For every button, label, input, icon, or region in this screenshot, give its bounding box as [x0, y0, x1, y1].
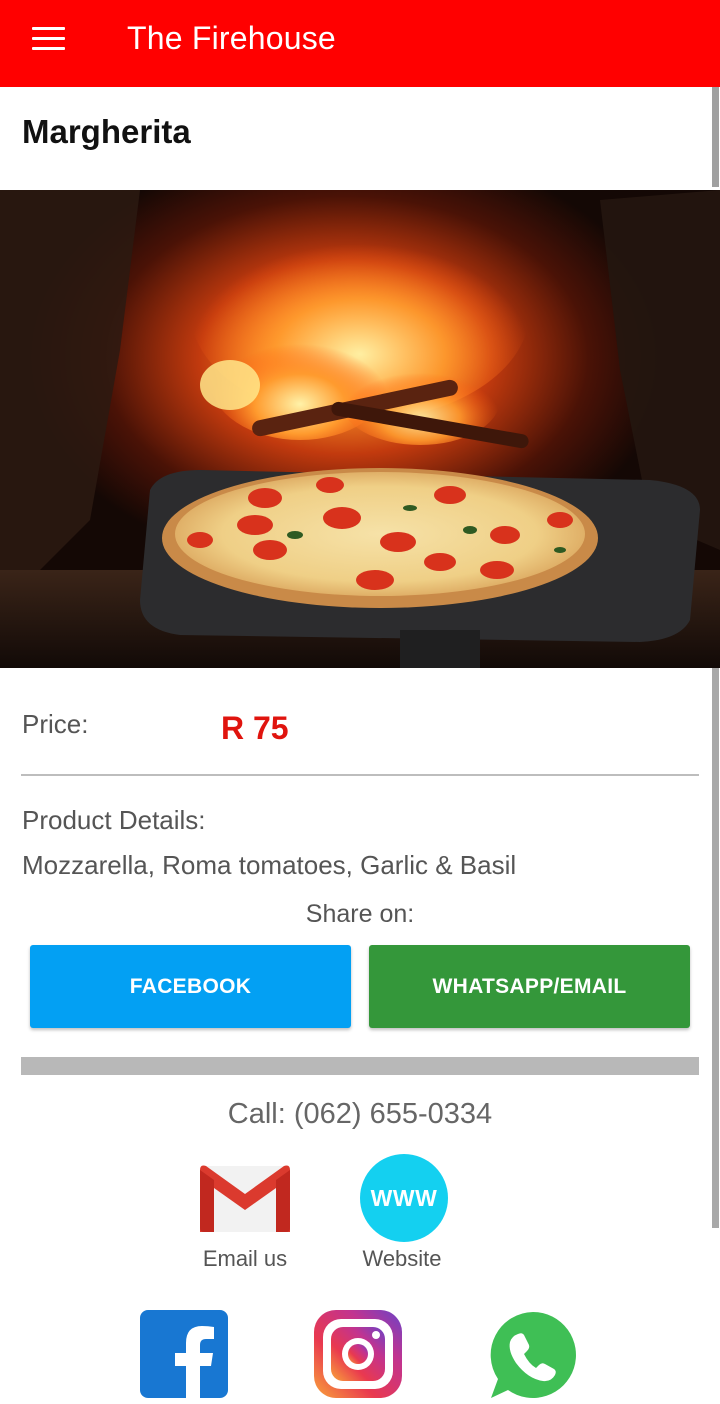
app-bar: The Firehouse [0, 0, 720, 87]
email-us-label: Email us [202, 1246, 288, 1271]
website-icon-text: WWW [370, 1184, 438, 1211]
pizza-image [0, 190, 720, 668]
share-whatsapp-email-button[interactable]: WHATSAPP/EMAIL [369, 945, 690, 1028]
gmail-icon[interactable] [200, 1162, 290, 1232]
instagram-icon[interactable] [314, 1310, 402, 1398]
call-phone-link[interactable]: Call: (062) 655-0334 [0, 1098, 720, 1131]
hamburger-menu-icon[interactable] [28, 22, 70, 56]
section-divider [21, 1057, 699, 1075]
facebook-icon[interactable] [140, 1310, 228, 1398]
share-facebook-button[interactable]: FACEBOOK [30, 945, 351, 1028]
whatsapp-icon[interactable] [488, 1310, 578, 1400]
price-value: R 75 [221, 710, 289, 746]
item-title: Margherita [22, 113, 191, 150]
scrollbar-thumb[interactable] [712, 668, 719, 1228]
divider [21, 774, 699, 776]
price-label: Price: [22, 709, 89, 739]
product-details-label: Product Details: [22, 805, 206, 835]
share-label: Share on: [305, 900, 415, 928]
product-details-text: Mozzarella, Roma tomatoes, Garlic & Basi… [22, 850, 517, 880]
website-label: Website [362, 1246, 442, 1271]
app-title: The Firehouse [127, 20, 336, 56]
scrollbar-thumb[interactable] [712, 87, 719, 187]
www-globe-icon[interactable]: WWW [360, 1154, 448, 1242]
